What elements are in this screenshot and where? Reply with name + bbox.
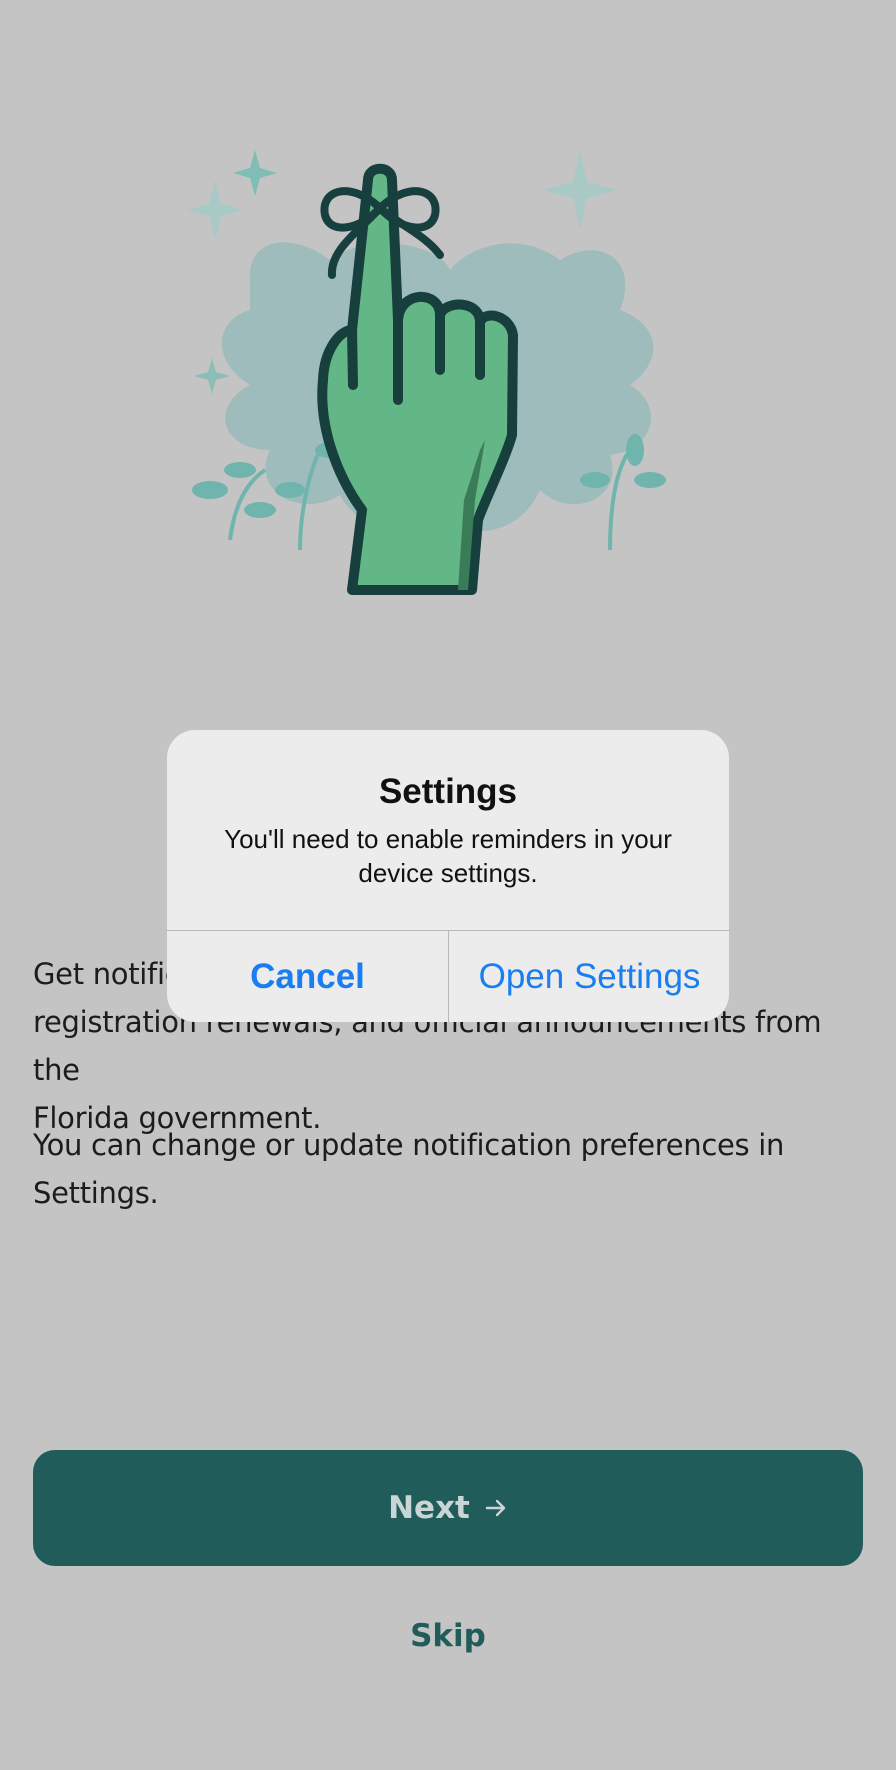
next-button-label: Next xyxy=(388,1490,470,1526)
skip-button[interactable]: Skip xyxy=(0,1618,896,1654)
dialog-title: Settings xyxy=(378,772,518,811)
settings-alert-dialog: Settings You'll need to enable reminders… xyxy=(167,730,729,1022)
preferences-description: You can change or update notification pr… xyxy=(33,1128,785,1210)
open-settings-button[interactable]: Open Settings xyxy=(449,931,729,1022)
cancel-button[interactable]: Cancel xyxy=(167,931,448,1022)
dialog-message: You'll need to enable reminders in your … xyxy=(224,824,672,888)
reminder-illustration xyxy=(187,150,666,595)
arrow-right-icon xyxy=(485,1499,506,1517)
next-button[interactable]: Next xyxy=(33,1450,863,1566)
